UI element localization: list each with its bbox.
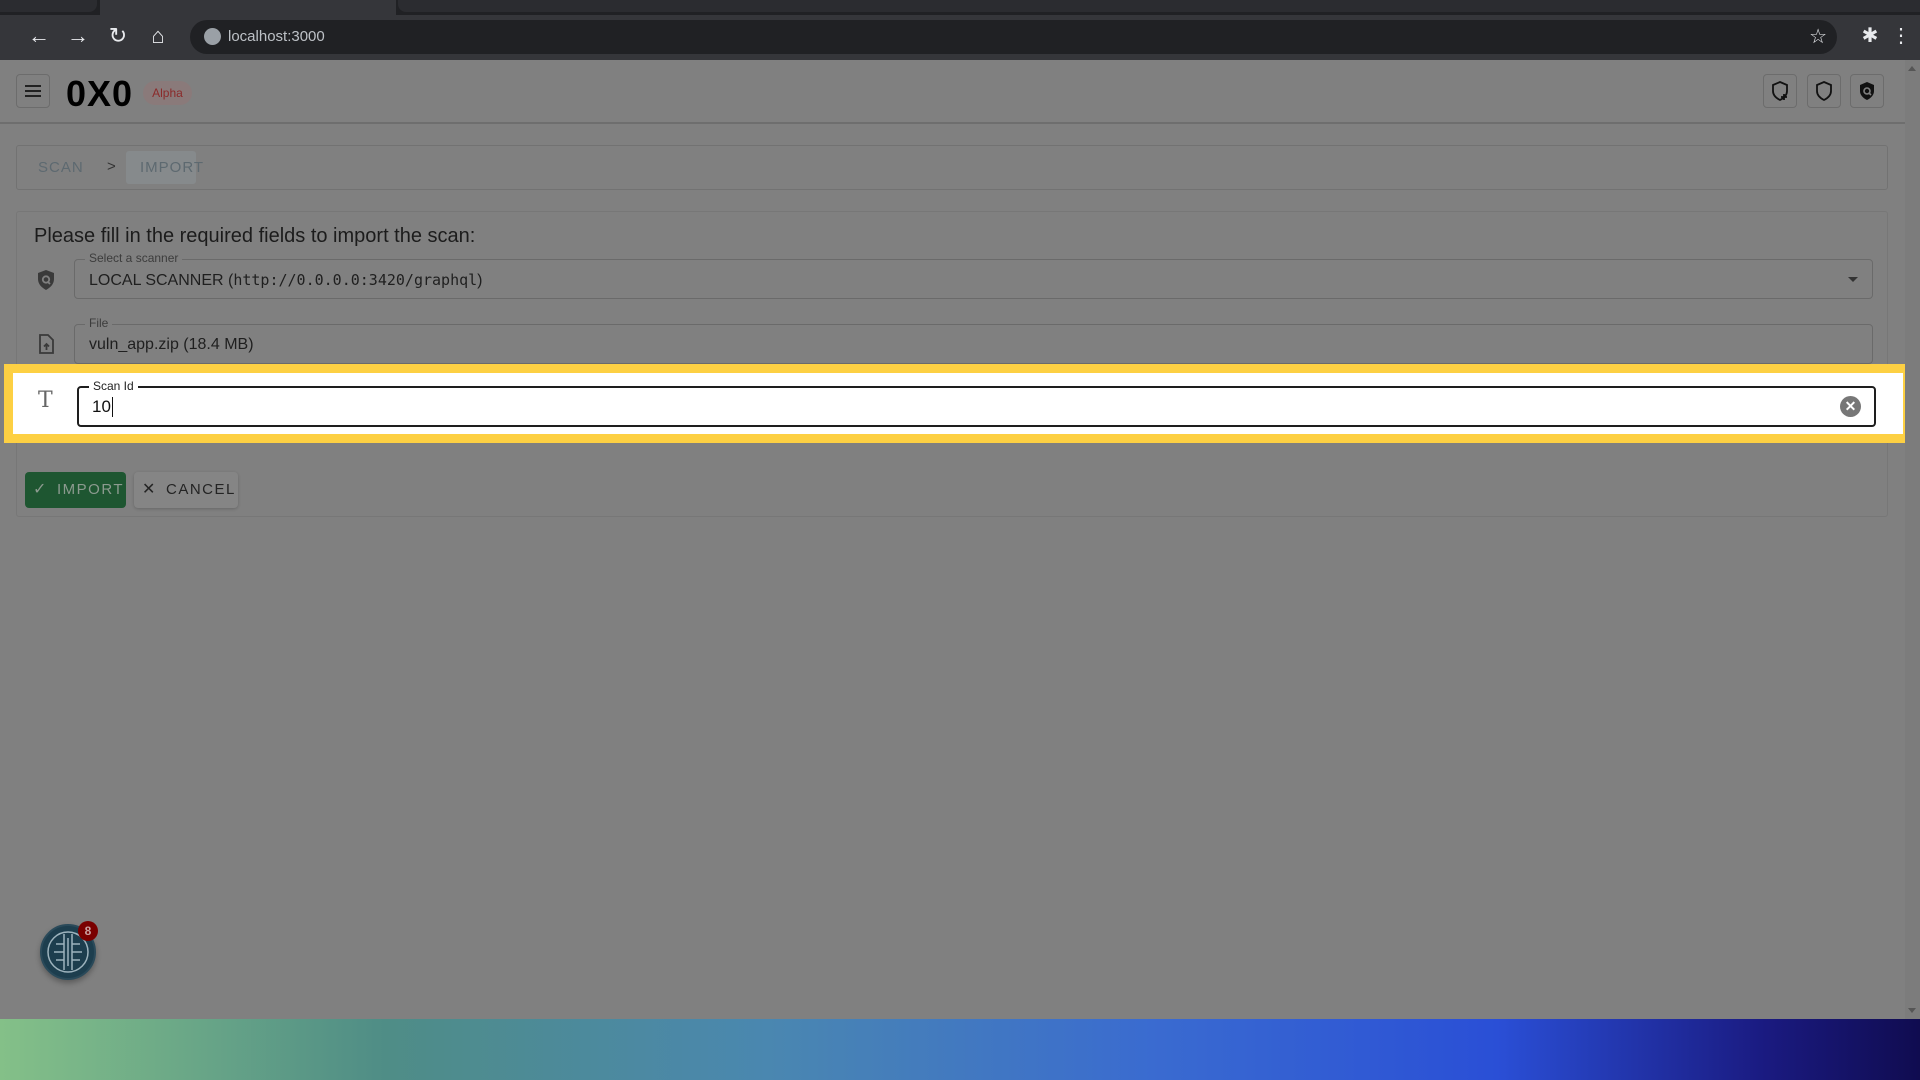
notification-badge: 8 xyxy=(78,921,98,941)
forward-icon[interactable]: → xyxy=(63,21,93,51)
breadcrumb: SCAN > IMPORT xyxy=(16,145,1888,190)
scanner-select-value: LOCAL SCANNER (http://0.0.0.0:3420/graph… xyxy=(89,271,483,290)
url-text: localhost:3000 xyxy=(228,28,325,45)
hamburger-icon xyxy=(25,85,41,97)
breadcrumb-separator: > xyxy=(107,158,116,175)
cancel-button-label: CANCEL xyxy=(166,481,236,498)
home-icon[interactable]: ⌂ xyxy=(143,21,173,51)
shield-add-button[interactable] xyxy=(1763,74,1797,108)
clear-input-icon[interactable]: ✕ xyxy=(1840,396,1861,417)
back-icon[interactable]: ← xyxy=(24,21,54,51)
scan-id-value: 10 xyxy=(92,397,113,417)
check-icon: ✓ xyxy=(33,481,48,498)
app-logo[interactable]: 0X0 xyxy=(66,73,133,115)
file-upload-icon xyxy=(39,334,54,354)
breadcrumb-scan[interactable]: SCAN xyxy=(38,159,84,176)
scanner-select-label: Select a scanner xyxy=(85,251,183,265)
import-button-label: IMPORT xyxy=(57,481,125,498)
alpha-badge: Alpha xyxy=(143,81,192,105)
menu-button[interactable] xyxy=(16,74,50,108)
browser-toolbar: ← → ↻ ⌂ localhost:3000 ☆ ✱ ⋮ xyxy=(0,15,1920,60)
address-bar[interactable]: localhost:3000 ☆ xyxy=(190,20,1837,54)
shield-icon xyxy=(1816,81,1832,102)
scan-id-input[interactable]: Scan Id 10 ✕ xyxy=(77,379,1876,427)
extensions-icon[interactable]: ✱ xyxy=(1855,21,1885,51)
globe-icon xyxy=(204,28,221,45)
page-scrollbar[interactable] xyxy=(1905,60,1920,1019)
close-icon: ✕ xyxy=(142,481,157,498)
import-button[interactable]: ✓ IMPORT xyxy=(25,472,126,508)
reload-icon[interactable]: ↻ xyxy=(103,21,133,51)
browser-tab[interactable] xyxy=(398,0,1920,12)
scanner-select[interactable]: Select a scanner LOCAL SCANNER (http://0… xyxy=(74,251,1873,299)
bookmark-star-icon[interactable]: ☆ xyxy=(1809,24,1827,49)
scan-id-label: Scan Id xyxy=(89,379,138,393)
browser-tab-strip xyxy=(0,0,1920,15)
scanner-name: LOCAL SCANNER ( xyxy=(89,272,234,289)
shield-button[interactable] xyxy=(1807,74,1841,108)
scan-id-row-highlight: T Scan Id 10 ✕ xyxy=(4,364,1912,443)
scanner-url: http://0.0.0.0:3420/graphql xyxy=(233,271,478,289)
text-type-icon: T xyxy=(38,388,53,413)
scroll-up-icon[interactable] xyxy=(1908,66,1916,71)
scanner-close-paren: ) xyxy=(477,272,483,289)
app-header: 0X0 Alpha xyxy=(0,60,1905,124)
shield-search-button[interactable] xyxy=(1850,74,1884,108)
scroll-down-icon[interactable] xyxy=(1908,1008,1916,1013)
browser-tab-active[interactable] xyxy=(100,0,396,15)
browser-menu-icon[interactable]: ⋮ xyxy=(1886,21,1916,51)
breadcrumb-import[interactable]: IMPORT xyxy=(140,159,204,176)
scanner-shield-icon xyxy=(38,270,54,290)
file-field-value: vuln_app.zip (18.4 MB) xyxy=(89,336,254,353)
shield-search-icon xyxy=(1860,82,1874,100)
desktop-background xyxy=(0,1019,1920,1080)
cancel-button[interactable]: ✕ CANCEL xyxy=(134,472,238,508)
shield-add-icon xyxy=(1772,81,1788,102)
browser-tab[interactable] xyxy=(0,0,97,12)
form-title: Please fill in the required fields to im… xyxy=(34,225,476,247)
dropdown-arrow-icon[interactable] xyxy=(1848,277,1858,282)
file-field-label: File xyxy=(85,316,113,330)
file-field[interactable]: File vuln_app.zip (18.4 MB) xyxy=(74,316,1873,364)
